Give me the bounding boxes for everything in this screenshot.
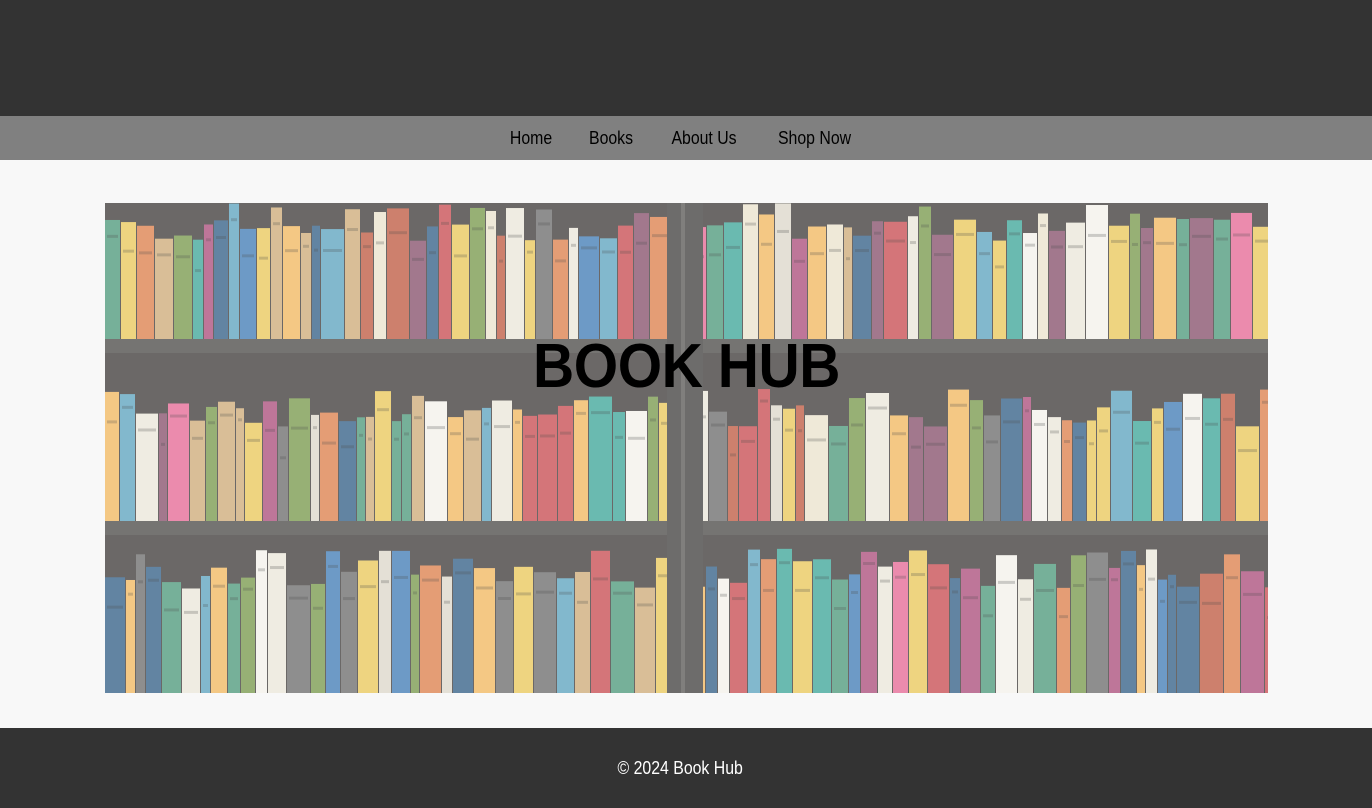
footer: © 2024 Book Hub [0,728,1372,808]
top-header [0,0,1372,116]
hero-overlay [105,203,1268,693]
nav-link-about-us[interactable]: About Us [672,116,737,160]
hero-title: BOOK HUB [533,332,840,401]
nav-link-home[interactable]: Home [510,116,552,160]
nav-link-shop-now[interactable]: Shop Now [777,116,850,160]
footer-copyright: © 2024 Book Hub [617,757,743,778]
hero-banner: BOOK HUB [105,203,1268,693]
nav-link-books[interactable]: Books [589,116,633,160]
main-nav: Home Books About Us Shop Now [0,116,1372,160]
